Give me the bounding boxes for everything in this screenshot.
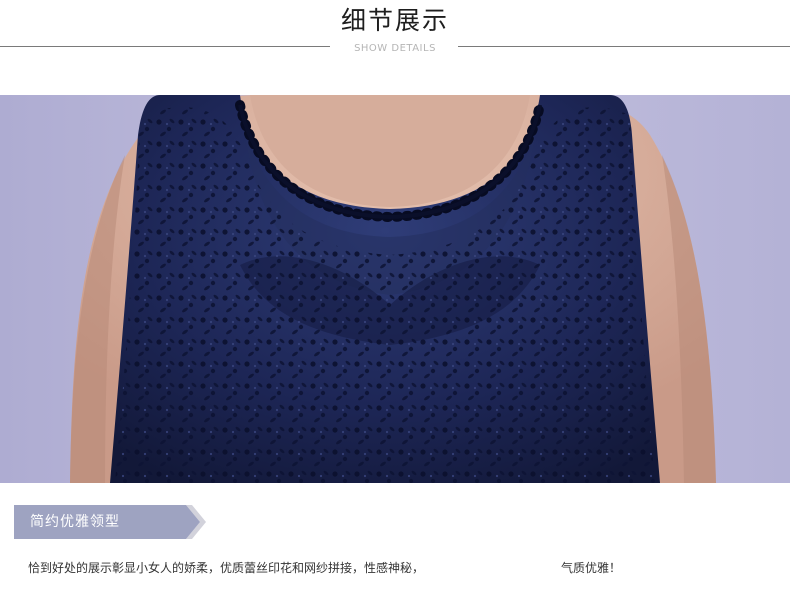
product-description: 恰到好处的展示彰显小女人的娇柔，优质蕾丝印花和网纱拼接，性感神秘， [28,561,425,575]
section-header: 细节展示 SHOW DETAILS [0,0,790,70]
section-subtitle: SHOW DETAILS [354,43,436,54]
section-label-banner: 简约优雅领型 [14,505,214,539]
dress-detail-photo [0,95,790,483]
section-label: 简约优雅领型 [30,514,120,530]
product-description-end: 气质优雅！ [561,561,622,575]
dress-neckline-illustration [0,95,790,483]
section-title: 细节展示 [340,6,449,35]
